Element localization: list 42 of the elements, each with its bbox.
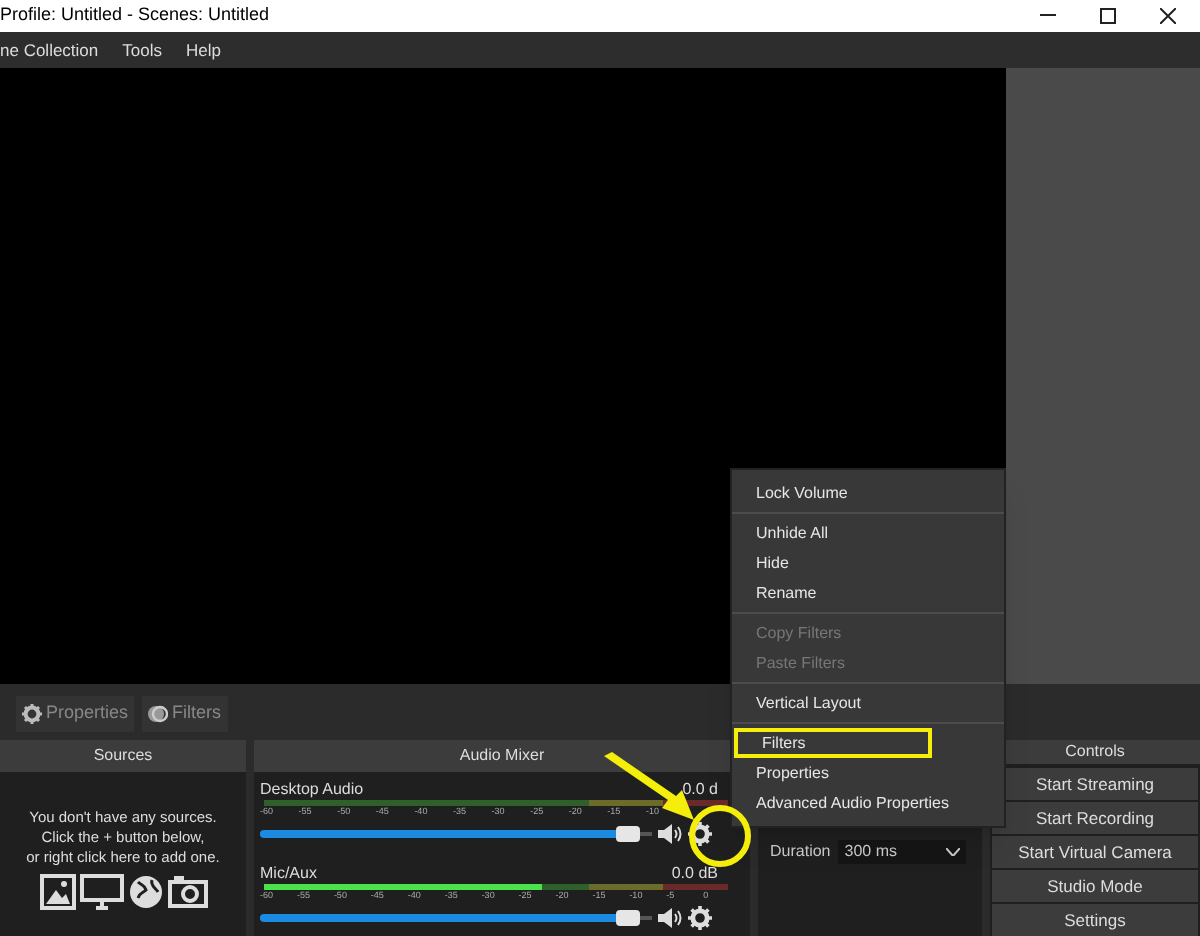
menu-item[interactable]: ne Collection xyxy=(0,37,99,63)
panel-title: Sources xyxy=(93,744,153,768)
panel-title: Controls xyxy=(1065,740,1125,764)
speaker-icon[interactable] xyxy=(658,824,682,844)
duration-label: Duration xyxy=(770,840,831,864)
menu-item[interactable]: Vertical Layout xyxy=(732,688,1004,718)
menu-item[interactable]: Unhide All xyxy=(732,518,1004,548)
panel-title: Audio Mixer xyxy=(459,744,545,768)
channel-name: Mic/Aux xyxy=(260,861,317,885)
filter-icon xyxy=(148,704,169,724)
maximize-icon[interactable] xyxy=(1100,8,1116,24)
control-button[interactable]: Settings xyxy=(992,904,1198,936)
menu-item[interactable]: Hide xyxy=(732,548,1004,578)
volume-slider[interactable] xyxy=(260,910,652,926)
menu-item[interactable]: Rename xyxy=(732,578,1004,608)
gear-icon[interactable] xyxy=(688,822,712,846)
chevron-icon[interactable] xyxy=(946,848,961,856)
channel-name: Desktop Audio xyxy=(260,777,364,801)
volume-slider[interactable] xyxy=(260,826,652,842)
minimize-icon[interactable] xyxy=(1040,14,1056,18)
monitor-icon xyxy=(79,874,123,910)
camera-icon xyxy=(167,874,207,910)
globe-icon xyxy=(127,874,163,910)
control-button[interactable]: Start Recording xyxy=(992,802,1198,834)
image-icon xyxy=(39,874,75,910)
menu-item[interactable]: Tools xyxy=(122,37,162,63)
menu-item[interactable]: Help xyxy=(185,37,221,63)
window-title: Profile: Untitled - Scenes: Untitled xyxy=(0,2,270,29)
filters-button[interactable]: Filters xyxy=(142,696,228,732)
channel-reading: 0.0 dB xyxy=(671,861,720,885)
control-button[interactable]: Studio Mode xyxy=(992,870,1198,902)
gear-icon[interactable] xyxy=(688,906,712,930)
channel-reading: 0.0 d xyxy=(682,777,720,801)
properties-button[interactable]: Properties xyxy=(16,696,135,732)
menu-item[interactable]: Filters xyxy=(734,728,932,758)
control-button[interactable]: Start Virtual Camera xyxy=(992,836,1198,868)
menu-item[interactable]: Lock Volume xyxy=(732,478,1004,508)
duration-field[interactable]: 300 ms xyxy=(838,840,967,864)
close-icon[interactable] xyxy=(1160,8,1176,24)
annotation-circle xyxy=(688,804,752,868)
gear-icon xyxy=(22,704,42,724)
speaker-icon[interactable] xyxy=(658,908,682,928)
